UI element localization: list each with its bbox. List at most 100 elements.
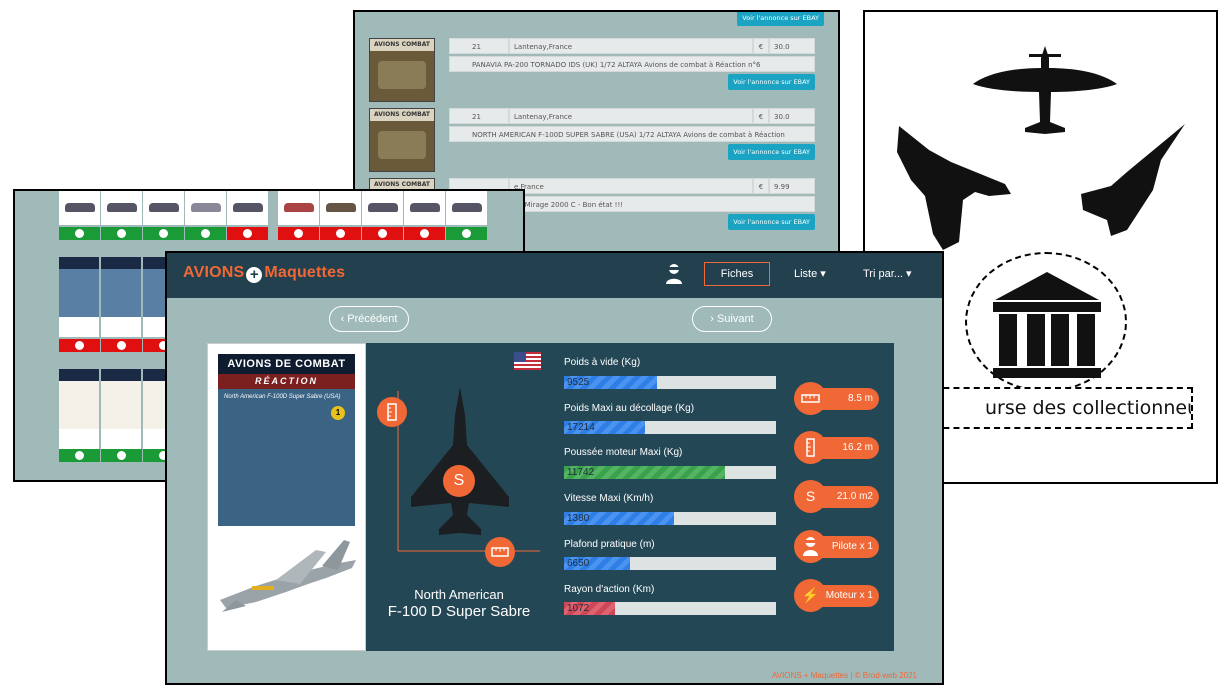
collectors-exchange-label: urse des collectionneurs — [923, 387, 1193, 429]
previous-button[interactable]: ‹ Précédent — [329, 306, 409, 332]
book-thumb[interactable] — [101, 257, 141, 337]
status-ok-icon — [101, 449, 142, 462]
engine-badge: ⚡ Moteur x 1 — [794, 579, 879, 612]
lightning-icon: ⚡ — [794, 579, 827, 612]
brand-plus-icon: + — [246, 267, 263, 283]
listing-price: 9.99 — [769, 178, 815, 194]
listing-location: e,France — [509, 178, 753, 194]
euro-icon: € — [753, 178, 769, 194]
listing-price: 30.0 — [769, 108, 815, 124]
stat-bar: 11742 — [564, 466, 776, 479]
cover-number-badge: 1 — [331, 406, 345, 420]
length-badge: 8.5 m — [794, 382, 879, 415]
grid-thumb[interactable] — [446, 191, 487, 225]
nav-liste-dropdown[interactable]: Liste ▾ — [794, 267, 826, 280]
status-missing-icon — [320, 227, 361, 240]
listing-row: AVIONS COMBAT 21 Lantenay,France €30.0 NORTH… — [369, 108, 829, 174]
aircraft-maker: North American — [414, 587, 504, 602]
status-ok-icon — [143, 227, 184, 240]
stat-bar: 17214 — [564, 421, 776, 434]
surface-badge: S — [443, 465, 475, 497]
surface-icon: S — [794, 480, 827, 513]
grid-thumb[interactable] — [185, 191, 226, 225]
status-missing-icon — [362, 227, 403, 240]
mirage-silhouette-icon — [1081, 124, 1185, 236]
listing-location: Lantenay,France — [509, 38, 753, 54]
grid-thumb[interactable] — [278, 191, 319, 225]
rafale-silhouette-icon — [897, 126, 1011, 250]
listing-title[interactable]: PANAVIA PA-200 TORNADO IDS (UK) 1/72 ALT… — [449, 56, 815, 72]
stat-bar: 1380 — [564, 512, 776, 525]
grid-thumb[interactable] — [362, 191, 403, 225]
status-ok-icon — [59, 227, 100, 240]
status-ok-icon — [59, 449, 100, 462]
stat-label: Plafond pratique (m) — [564, 539, 655, 550]
aircraft-card: AVIONS DE COMBAT RÉACTION North American… — [207, 343, 894, 651]
book-thumb[interactable] — [59, 257, 99, 337]
grid-thumb[interactable] — [320, 191, 361, 225]
book-thumb[interactable] — [101, 369, 141, 449]
ebay-button[interactable]: Voir l'annonce sur EBAY — [728, 144, 815, 160]
book-thumb[interactable] — [59, 369, 99, 449]
length-ruler-icon — [377, 397, 407, 427]
listing-title[interactable]: NORTH AMERICAN F-100D SUPER SABRE (USA) … — [449, 126, 815, 142]
stat-value: 11742 — [567, 467, 595, 478]
stat-label: Vitesse Maxi (Km/h) — [564, 493, 654, 504]
stat-label: Poussée moteur Maxi (Kg) — [564, 447, 683, 458]
grid-thumb[interactable] — [59, 191, 100, 225]
status-ok-icon — [446, 227, 487, 240]
grid-thumb[interactable] — [227, 191, 268, 225]
pilot-badge: Pilote x 1 — [794, 530, 879, 563]
cover-photo: AVIONS DE COMBAT RÉACTION North American… — [218, 354, 355, 526]
stat-value: 1380 — [567, 513, 590, 524]
brand-logo[interactable]: AVIONS + Maquettes — [183, 264, 345, 283]
surface-value: 21.0 m2 — [836, 491, 873, 502]
brand-left: AVIONS — [183, 264, 245, 281]
us-flag-icon — [514, 352, 541, 370]
status-missing-icon — [101, 339, 142, 352]
listing-thumbnail[interactable]: AVIONS COMBAT — [369, 108, 435, 172]
surface-badge-row: S 21.0 m2 — [794, 480, 879, 513]
status-missing-icon — [404, 227, 445, 240]
status-missing-icon — [227, 227, 268, 240]
stat-value: 9525 — [567, 377, 590, 388]
brand-right: Maquettes — [264, 264, 346, 281]
cover-model: North American F-100D Super Sabre (USA) — [224, 394, 341, 400]
navbar: AVIONS + Maquettes Fiches Liste ▾ Tri par.… — [167, 253, 942, 298]
listing-qty: 21 — [449, 108, 509, 124]
status-missing-icon — [59, 339, 100, 352]
footer-copyright: AVIONS + Maquettes | © Brod-web 2021 — [772, 671, 918, 680]
magazine-cover[interactable]: AVIONS DE COMBAT RÉACTION North American… — [207, 343, 366, 651]
ebay-button[interactable]: Voir l'annonce sur EBAY — [728, 74, 815, 90]
stat-bar: 6650 — [564, 557, 776, 570]
status-ok-icon — [101, 227, 142, 240]
next-button[interactable]: › Suivant — [692, 306, 772, 332]
stat-value: 6650 — [567, 558, 590, 569]
euro-icon: € — [753, 38, 769, 54]
wingspan-ruler-icon — [485, 537, 515, 567]
wingspan-value: 16.2 m — [842, 442, 873, 453]
status-ok-icon — [185, 227, 226, 240]
engine-value: Moteur x 1 — [825, 590, 873, 601]
stat-label: Rayon d'action (Km) — [564, 584, 655, 595]
listing-qty: 21 — [449, 38, 509, 54]
cover-title: AVIONS DE COMBAT — [218, 354, 355, 374]
stat-value: 17214 — [567, 422, 595, 433]
grid-thumb[interactable] — [404, 191, 445, 225]
cover-subtitle: RÉACTION — [218, 374, 355, 389]
wingspan-badge: 16.2 m — [794, 431, 879, 464]
stat-label: Poids à vide (Kg) — [564, 357, 641, 368]
listing-thumbnail[interactable]: AVIONS COMBAT — [369, 38, 435, 102]
main-window: AVIONS + Maquettes Fiches Liste ▾ Tri par.… — [165, 251, 944, 685]
museum-icon — [993, 272, 1101, 378]
grid-thumb[interactable] — [101, 191, 142, 225]
ebay-button[interactable]: Voir l'annonce sur EBAY — [728, 214, 815, 230]
pilot-value: Pilote x 1 — [831, 541, 873, 552]
user-icon[interactable] — [665, 263, 683, 285]
listing-price: 30.0 — [769, 38, 815, 54]
stat-bar: 9525 — [564, 376, 776, 389]
nav-fiches-button[interactable]: Fiches — [704, 262, 770, 286]
nav-sort-dropdown[interactable]: Tri par... ▾ — [863, 267, 912, 280]
grid-thumb[interactable] — [143, 191, 184, 225]
ebay-button[interactable]: Voir l'annonce sur EBAY — [737, 12, 824, 26]
